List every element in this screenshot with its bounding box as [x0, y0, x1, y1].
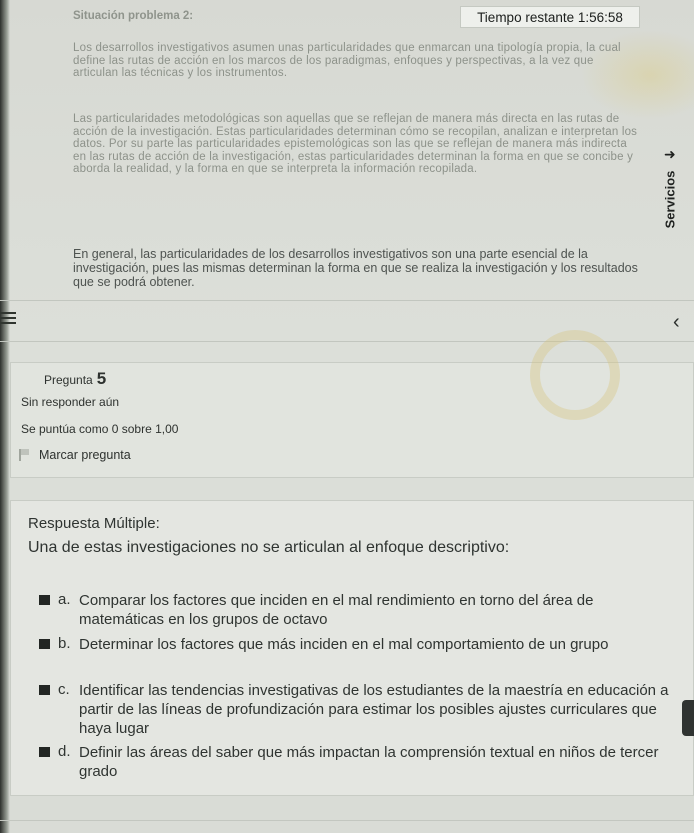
timer-label: Tiempo restante	[477, 10, 575, 25]
flag-icon	[19, 449, 31, 461]
flag-question-label: Marcar pregunta	[39, 448, 131, 462]
option-b-letter: b.	[58, 635, 71, 652]
question-number: 5	[96, 369, 107, 388]
passage-title: Situación problema 2:	[73, 10, 194, 22]
answer-type-label: Respuesta Múltiple:	[28, 515, 160, 532]
option-c-radio[interactable]	[39, 685, 50, 695]
passage-paragraph-2: Las particularidades metodológicas son a…	[73, 113, 638, 176]
option-a-letter: a.	[58, 591, 71, 608]
services-tab-label: Servicios	[662, 170, 678, 228]
option-b-radio[interactable]	[39, 639, 50, 649]
time-remaining: Tiempo restante 1:56:58	[460, 6, 640, 28]
question-status: Sin responder aún	[21, 395, 120, 409]
question-score: Se puntúa como 0 sobre 1,00	[21, 422, 179, 436]
reading-passage: Situación problema 2: Los desarrollos in…	[60, 0, 694, 300]
option-b-text: Determinar los factores que más inciden …	[79, 636, 609, 653]
camera-reflection	[530, 330, 620, 420]
option-d-radio[interactable]	[39, 747, 50, 757]
passage-paragraph-1: Los desarrollos investigativos asumen un…	[73, 42, 621, 80]
menu-icon[interactable]	[0, 312, 16, 326]
option-c-letter: c.	[58, 681, 70, 698]
screen-edge	[0, 0, 10, 833]
flag-question-button[interactable]: Marcar pregunta	[19, 446, 131, 464]
chevron-left-icon[interactable]: ‹	[673, 311, 680, 334]
quiz-page: Situación problema 2: Los desarrollos in…	[0, 0, 694, 833]
question-prompt: Una de estas investigaciones no se artic…	[28, 539, 510, 556]
passage-paragraph-3: En general, las particularidades de los …	[73, 247, 638, 290]
services-tab[interactable]: Servicios	[650, 140, 690, 258]
option-a-text: Comparar los factores que inciden en el …	[79, 592, 594, 628]
option-d-letter: d.	[58, 743, 71, 760]
question-label: Pregunta 5	[44, 369, 107, 388]
answer-box: Respuesta Múltiple: Una de estas investi…	[10, 500, 694, 796]
option-a-radio[interactable]	[39, 595, 50, 605]
option-c-text: Identificar las tendencias investigativa…	[79, 682, 669, 737]
bottom-divider	[0, 820, 694, 821]
side-drawer-handle[interactable]	[682, 700, 694, 736]
option-d-text: Definir las áreas del saber que más impa…	[79, 744, 659, 780]
timer-value: 1:56:58	[577, 10, 623, 25]
